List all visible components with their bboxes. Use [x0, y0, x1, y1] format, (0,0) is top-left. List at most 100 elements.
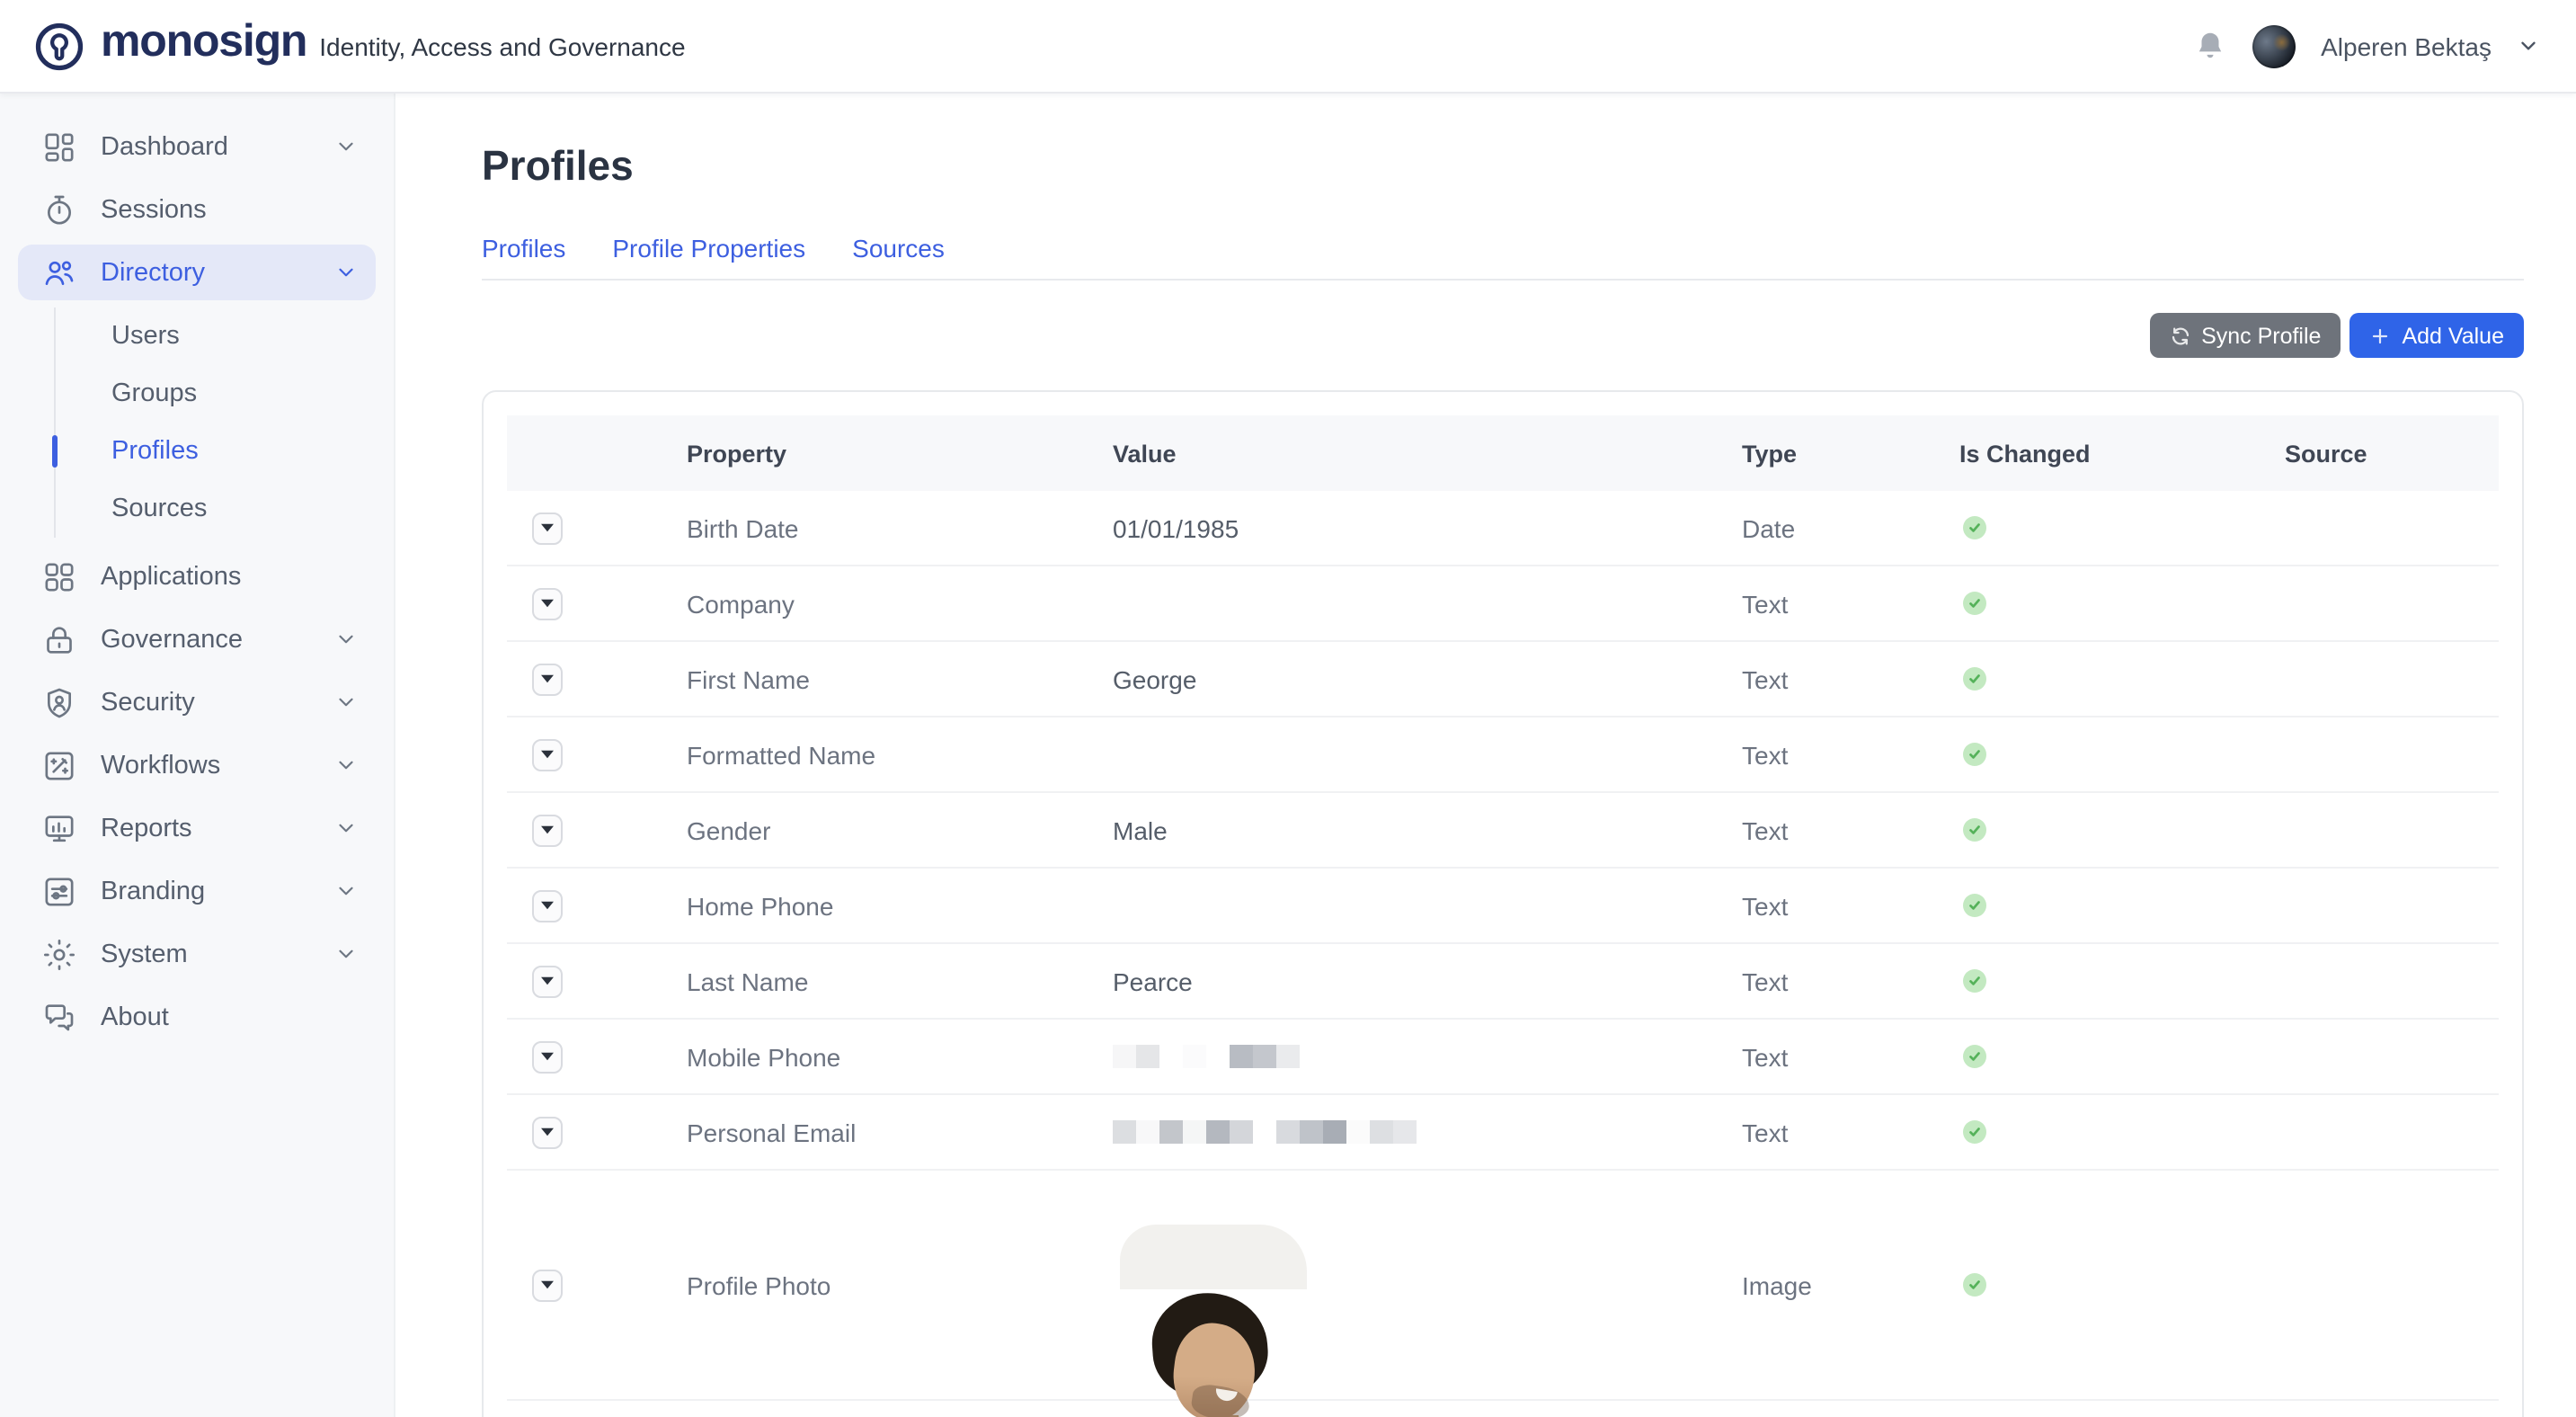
about-icon	[41, 999, 77, 1035]
sidebar-item-label: Workflows	[101, 751, 220, 780]
redacted-value	[1113, 1045, 1742, 1068]
table-row-home-phone: Home PhoneText	[507, 869, 2499, 944]
sidebar-subnav: Users Groups Profiles Sources	[54, 307, 394, 538]
column-header-is-changed: Is Changed	[1959, 440, 2285, 467]
sidebar-item-reports[interactable]: Reports	[18, 800, 376, 856]
check-icon	[1967, 520, 1983, 536]
check-icon	[1967, 595, 1983, 611]
chevron-down-icon	[334, 816, 358, 840]
property-name: Gender	[687, 815, 1113, 844]
sidebar-subitem-label: Users	[111, 322, 180, 351]
row-actions-dropdown-button[interactable]	[532, 889, 563, 922]
check-icon	[1967, 746, 1983, 762]
sidebar-item-workflows[interactable]: Workflows	[18, 737, 376, 793]
add-value-label: Add Value	[2402, 323, 2504, 348]
sidebar-subitem-groups[interactable]: Groups	[56, 365, 394, 423]
property-type: Image	[1742, 1270, 1959, 1299]
workflows-icon	[41, 747, 77, 783]
sidebar-item-branding[interactable]: Branding	[18, 863, 376, 919]
tab-profile-properties[interactable]: Profile Properties	[612, 234, 805, 263]
sidebar-item-sessions[interactable]: Sessions	[18, 182, 376, 237]
row-actions-dropdown-button[interactable]	[532, 1269, 563, 1301]
column-header-type: Type	[1742, 440, 1959, 467]
check-icon	[1967, 973, 1983, 989]
property-value: Pearce	[1113, 967, 1193, 995]
is-changed-check-badge	[1963, 969, 1986, 993]
refresh-icon	[2169, 325, 2190, 346]
sidebar-item-system[interactable]: System	[18, 926, 376, 982]
sidebar-item-label: Reports	[101, 814, 192, 842]
profiles-table-card: PropertyValueTypeIs ChangedSource Birth …	[482, 390, 2524, 1417]
add-value-button[interactable]: Add Value	[2349, 313, 2524, 358]
redacted-value	[1113, 1120, 1742, 1144]
brand-tagline: Identity, Access and Governance	[319, 31, 685, 60]
sidebar-item-applications[interactable]: Applications	[18, 548, 376, 604]
notifications-bell-icon[interactable]	[2193, 29, 2227, 63]
sidebar-item-directory[interactable]: Directory	[18, 245, 376, 300]
sidebar-item-governance[interactable]: Governance	[18, 611, 376, 667]
sidebar-subitem-label: Profiles	[111, 437, 199, 466]
chevron-down-icon	[334, 628, 358, 651]
row-actions-dropdown-button[interactable]	[532, 965, 563, 997]
table-row-company: CompanyText	[507, 566, 2499, 642]
sidebar-subitem-sources[interactable]: Sources	[56, 480, 394, 538]
table-row-formatted-name: Formatted NameText	[507, 717, 2499, 793]
table-row-birth-date: Birth Date01/01/1985Date	[507, 491, 2499, 566]
sidebar-item-label: About	[101, 1003, 169, 1031]
row-actions-dropdown-button[interactable]	[532, 587, 563, 619]
property-type: Text	[1742, 967, 1959, 995]
top-bar: monosign Identity, Access and Governance…	[0, 0, 2576, 94]
caret-down-icon	[541, 1280, 554, 1289]
sync-profile-button[interactable]: Sync Profile	[2149, 313, 2341, 358]
user-name[interactable]: Alperen Bektaş	[2321, 31, 2492, 60]
tab-profiles[interactable]: Profiles	[482, 234, 565, 263]
property-type: Text	[1742, 664, 1959, 693]
row-actions-dropdown-button[interactable]	[532, 512, 563, 544]
property-type: Date	[1742, 513, 1959, 542]
table-row-personal-email: Personal EmailText	[507, 1095, 2499, 1171]
row-actions-dropdown-button[interactable]	[532, 814, 563, 846]
caret-down-icon	[541, 1127, 554, 1136]
check-icon	[1967, 671, 1983, 687]
is-changed-check-badge	[1963, 894, 1986, 917]
sidebar-item-label: Sessions	[101, 195, 207, 224]
sidebar-item-label: Security	[101, 688, 195, 717]
is-changed-check-badge	[1963, 592, 1986, 615]
user-menu-chevron-down-icon[interactable]	[2517, 34, 2540, 58]
chevron-down-icon	[334, 691, 358, 714]
sidebar-subitem-profiles[interactable]: Profiles	[56, 423, 394, 480]
sidebar-item-security[interactable]: Security	[18, 674, 376, 730]
brand-logo[interactable]: monosign	[32, 19, 306, 73]
sidebar-item-about[interactable]: About	[18, 989, 376, 1045]
caret-down-icon	[541, 523, 554, 532]
sidebar: Dashboard Sessions Directory Users Groups Pro…	[0, 94, 395, 1417]
sidebar-item-dashboard[interactable]: Dashboard	[18, 119, 376, 174]
property-type: Text	[1742, 740, 1959, 769]
tab-sources[interactable]: Sources	[852, 234, 945, 263]
column-header-value: Value	[1113, 440, 1742, 467]
row-actions-dropdown-button[interactable]	[532, 1116, 563, 1148]
is-changed-check-badge	[1963, 1045, 1986, 1068]
property-type: Text	[1742, 1042, 1959, 1071]
table-row-last-name: Last NamePearceText	[507, 944, 2499, 1020]
user-avatar[interactable]	[2252, 24, 2296, 67]
tab-bar: Profiles Profile Properties Sources	[482, 234, 2524, 281]
caret-down-icon	[541, 976, 554, 985]
sidebar-item-label: Dashboard	[101, 132, 228, 161]
security-icon	[41, 684, 77, 720]
row-actions-dropdown-button[interactable]	[532, 663, 563, 695]
table-row-first-name: First NameGeorgeText	[507, 642, 2499, 717]
sidebar-item-label: Branding	[101, 877, 205, 905]
row-actions-dropdown-button[interactable]	[532, 738, 563, 771]
is-changed-check-badge	[1963, 743, 1986, 766]
table-body: Birth Date01/01/1985DateCompanyTextFirst…	[507, 491, 2499, 1417]
sidebar-subitem-label: Groups	[111, 379, 197, 408]
sidebar-subitem-users[interactable]: Users	[56, 307, 394, 365]
property-name: Company	[687, 589, 1113, 618]
sidebar-subitem-label: Sources	[111, 495, 207, 523]
is-changed-check-badge	[1963, 516, 1986, 539]
property-name: Birth Date	[687, 513, 1113, 542]
is-changed-check-badge	[1963, 818, 1986, 842]
check-icon	[1967, 1124, 1983, 1140]
row-actions-dropdown-button[interactable]	[532, 1040, 563, 1073]
